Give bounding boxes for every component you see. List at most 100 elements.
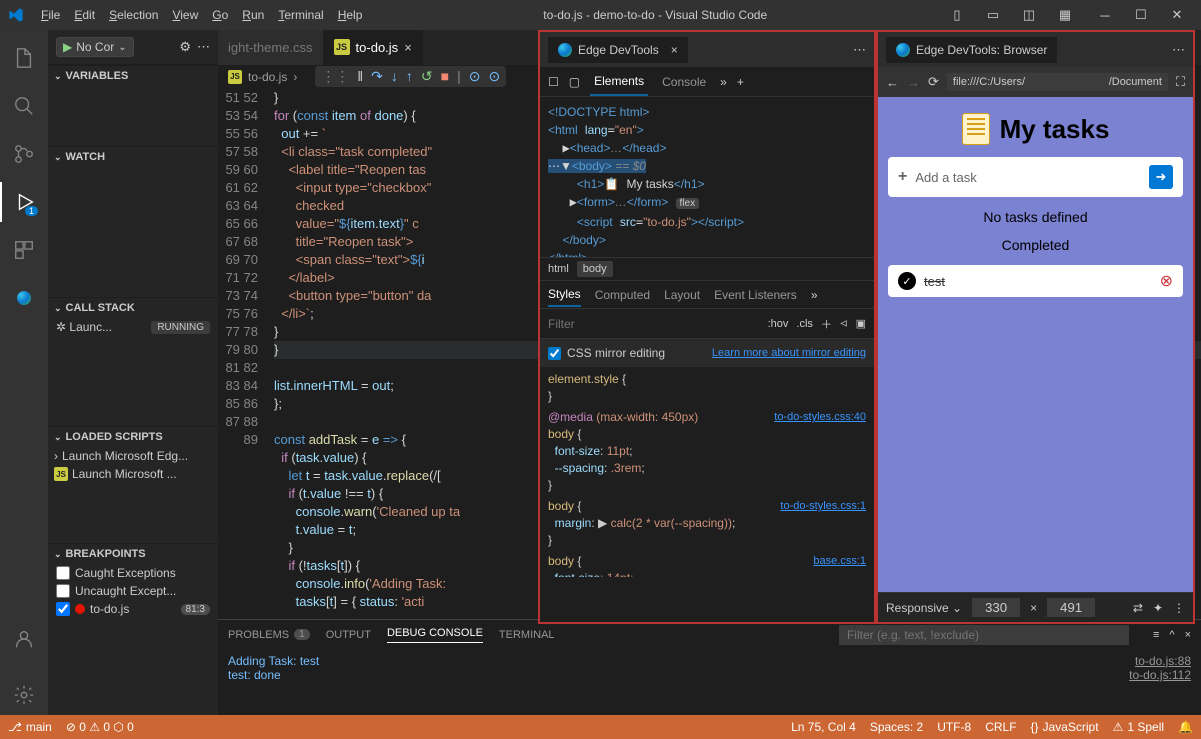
console-filter-input[interactable] (839, 625, 1129, 645)
variables-section[interactable]: ⌄VARIABLES (48, 66, 218, 86)
styles-tab[interactable]: Styles (548, 283, 581, 307)
maximize-button[interactable]: ☐ (1125, 3, 1157, 27)
status-errors[interactable]: ⊘ 0 ⚠ 0 ⬡ 0 (66, 720, 134, 734)
toggle-icon[interactable]: ⊙ (469, 68, 481, 85)
layout-tab[interactable]: Layout (664, 284, 700, 306)
computed-tab[interactable]: Computed (595, 284, 650, 306)
panel-tab-terminal[interactable]: TERMINAL (499, 629, 555, 641)
add-tab-icon[interactable]: + (737, 75, 744, 89)
console-tab[interactable]: Console (658, 69, 710, 95)
restart-icon[interactable]: ↺ (421, 68, 433, 85)
panel-tab-problems[interactable]: PROBLEMS1 (228, 629, 310, 641)
step-over-icon[interactable]: ↷ (371, 68, 383, 85)
styles-rules[interactable]: element.style {}@media (max-width: 450px… (540, 367, 874, 577)
mirror-learn-link[interactable]: Learn more about mirror editing (712, 347, 866, 359)
status-branch[interactable]: ⎇ main (8, 720, 52, 734)
expand-panel-icon[interactable]: ^ (1169, 629, 1174, 641)
mirror-checkbox[interactable] (548, 347, 561, 360)
add-task-form[interactable]: + Add a task ➜ (888, 157, 1183, 197)
tab-theme-css[interactable]: ight-theme.css (218, 30, 324, 65)
stop-icon[interactable]: ■ (441, 68, 449, 85)
close-panel-icon[interactable]: × (1185, 629, 1191, 641)
minimize-button[interactable]: ─ (1089, 3, 1121, 27)
more-icon[interactable]: ⋮ (1173, 601, 1185, 615)
bp-uncaught[interactable]: Uncaught Except... (48, 582, 218, 600)
submit-task-button[interactable]: ➜ (1149, 165, 1173, 189)
more-icon[interactable]: ⋯ (197, 39, 210, 55)
menu-run[interactable]: Run (235, 4, 271, 26)
breakpoints-section[interactable]: ⌄BREAKPOINTS (48, 544, 218, 564)
gear-icon[interactable]: ⚙ (179, 39, 191, 55)
toggle-icon[interactable]: ⊙ (488, 68, 500, 85)
elements-breadcrumb[interactable]: html body (540, 257, 874, 281)
cls-button[interactable]: .cls (796, 318, 813, 330)
responsive-dropdown[interactable]: Responsive ⌄ (886, 601, 962, 615)
pin-icon[interactable]: ⏿ (840, 317, 848, 330)
loaded-script-item[interactable]: JSLaunch Microsoft ... (48, 465, 218, 483)
filter-settings-icon[interactable]: ≡ (1153, 629, 1159, 641)
tab-todo-js[interactable]: JSto-do.js× (324, 30, 423, 65)
step-out-icon[interactable]: ↑ (406, 68, 413, 85)
screencast-icon[interactable]: ⛶ (1176, 74, 1185, 90)
toggle-secondary-icon[interactable]: ◫ (1013, 3, 1045, 27)
pause-icon[interactable]: ‖ (357, 68, 363, 85)
run-config-dropdown[interactable]: ▶ No Cor ⌄ (56, 37, 134, 57)
new-style-icon[interactable]: ＋ (821, 316, 832, 332)
bp-file[interactable]: to-do.js81:3 (48, 600, 218, 618)
close-tab-icon[interactable]: × (404, 40, 412, 55)
panel-tab-output[interactable]: OUTPUT (326, 629, 371, 641)
toggle-panel-icon[interactable]: ▭ (977, 3, 1009, 27)
url-bar[interactable]: file:///C:/Users//Document (947, 73, 1168, 91)
inspect-icon[interactable]: ☐ (548, 75, 559, 89)
devtools-tab[interactable]: Edge DevTools× (548, 37, 688, 63)
events-tab[interactable]: Event Listeners (714, 284, 797, 306)
more-icon[interactable]: ⋯ (1172, 42, 1185, 58)
menu-go[interactable]: Go (205, 4, 235, 26)
status-eol[interactable]: CRLF (985, 720, 1016, 734)
delete-task-icon[interactable]: ⊗ (1160, 271, 1173, 291)
activity-search[interactable] (0, 86, 48, 126)
scripts-section[interactable]: ⌄LOADED SCRIPTS (48, 427, 218, 447)
menu-file[interactable]: File (34, 4, 67, 26)
watch-section[interactable]: ⌄WATCH (48, 147, 218, 167)
reload-icon[interactable]: ⟳ (928, 74, 939, 90)
status-spell[interactable]: ⚠ 1 Spell (1113, 720, 1164, 734)
styles-filter-input[interactable] (548, 317, 760, 331)
status-bell-icon[interactable]: 🔔 (1178, 720, 1193, 734)
width-input[interactable] (972, 598, 1020, 617)
panel-tab-debug-console[interactable]: DEBUG CONSOLE (387, 627, 483, 643)
back-icon[interactable]: ← (886, 75, 899, 90)
status-encoding[interactable]: UTF-8 (937, 720, 971, 734)
close-icon[interactable]: × (671, 43, 678, 57)
close-button[interactable]: ✕ (1161, 3, 1193, 27)
more-tabs-icon[interactable]: » (811, 288, 818, 302)
activity-edge[interactable] (0, 278, 48, 318)
wand-icon[interactable]: ✦ (1153, 601, 1163, 615)
drag-handle-icon[interactable]: ⋮⋮ (321, 68, 349, 85)
hov-button[interactable]: :hov (768, 318, 789, 330)
menu-terminal[interactable]: Terminal (271, 4, 330, 26)
elements-tree[interactable]: <!DOCTYPE html> <html lang="en"> ▶<head>… (540, 97, 874, 257)
bp-caught[interactable]: Caught Exceptions (48, 564, 218, 582)
completed-task[interactable]: ✓ test ⊗ (888, 265, 1183, 297)
activity-debug[interactable]: 1 (0, 182, 48, 222)
menu-view[interactable]: View (165, 4, 205, 26)
rotate-icon[interactable]: ⇄ (1133, 601, 1143, 615)
elements-tab[interactable]: Elements (590, 68, 648, 96)
layout-customize-icon[interactable]: ▦ (1049, 3, 1081, 27)
step-into-icon[interactable]: ↓ (391, 68, 398, 85)
browser-tab[interactable]: Edge DevTools: Browser (886, 37, 1057, 63)
toggle-sidebar-icon[interactable]: ▯ (941, 3, 973, 27)
activity-settings[interactable] (0, 675, 48, 715)
loaded-script-item[interactable]: ›Launch Microsoft Edg... (48, 447, 218, 465)
status-cursor[interactable]: Ln 75, Col 4 (791, 720, 856, 734)
status-spaces[interactable]: Spaces: 2 (870, 720, 923, 734)
menu-help[interactable]: Help (331, 4, 370, 26)
forward-icon[interactable]: → (907, 75, 920, 90)
more-icon[interactable]: ⋯ (853, 42, 866, 58)
checkmark-icon[interactable]: ✓ (898, 272, 916, 290)
menu-selection[interactable]: Selection (102, 4, 165, 26)
activity-explorer[interactable] (0, 38, 48, 78)
activity-scm[interactable] (0, 134, 48, 174)
add-task-placeholder[interactable]: Add a task (915, 170, 1141, 185)
